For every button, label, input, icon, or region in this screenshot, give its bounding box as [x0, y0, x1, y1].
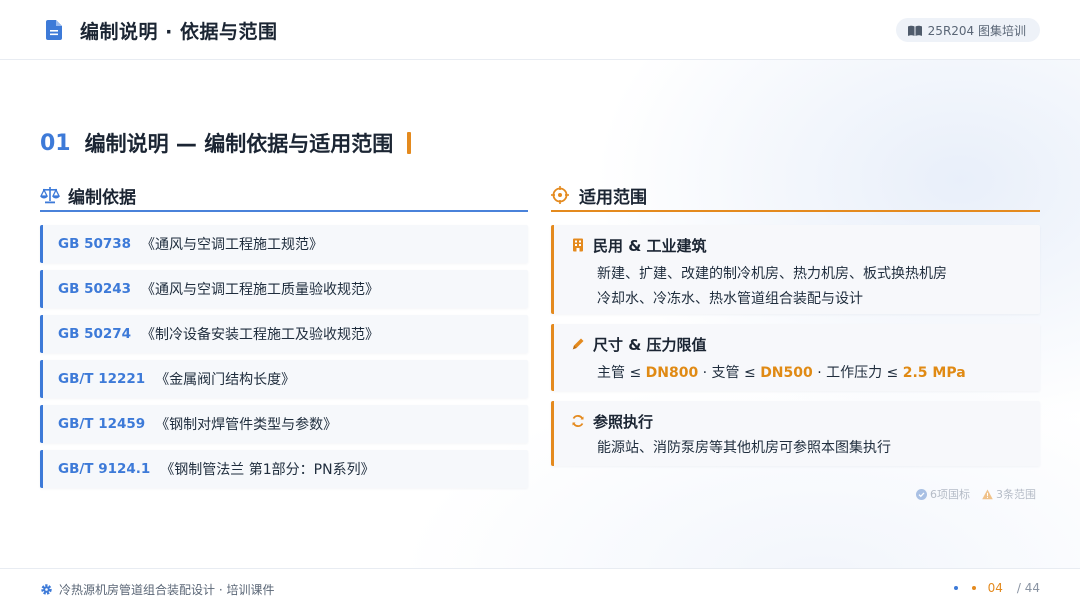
standard-code: GB 50243	[58, 281, 132, 297]
section-accent-bar	[407, 132, 412, 154]
basis-list: GB 50738 《通风与空调工程施工规范》 GB 50243 《通风与空调工程…	[40, 225, 528, 495]
top-header: 编制说明 · 依据与范围 25R204 图集培训	[0, 0, 1080, 60]
scale-balance-icon	[40, 187, 60, 204]
standard-code: GB/T 9124.1	[58, 461, 151, 477]
course-badge-label: 25R204 图集培训	[927, 23, 1026, 38]
standard-code: GB/T 12459	[58, 416, 146, 432]
gear-icon	[41, 584, 52, 595]
crosshair-icon	[551, 186, 569, 204]
standard-code: GB/T 12221	[58, 371, 146, 387]
section-heading: 01 编制说明 — 编制依据与适用范围	[40, 128, 412, 158]
footer: 冷热源机房管道组合装配设计 · 培训课件 04 / 44	[0, 568, 1080, 608]
main-pipe-label: 主管 ≤	[597, 365, 646, 381]
card-title-label: 参照执行	[593, 412, 654, 431]
building-icon	[573, 238, 583, 252]
section-title: 编制说明 — 编制依据与适用范围	[84, 132, 394, 156]
card-text-line: 能源站、消防泵房等其他机房可参照本图集执行	[597, 440, 891, 456]
header-title: 编制说明 · 依据与范围	[80, 21, 278, 43]
card-title-label: 尺寸 & 压力限值	[593, 335, 707, 354]
standard-code: GB 50738	[58, 236, 132, 252]
document-icon	[46, 20, 62, 40]
scope-count-tag: 3条范围	[982, 486, 1036, 502]
list-item: GB 50243 《通风与空调工程施工质量验收规范》	[40, 270, 528, 308]
limits-line: 主管 ≤ DN800 · 支管 ≤ DN500 · 工作压力 ≤ 2.5 MPa	[597, 362, 966, 382]
scope-card-limits: 尺寸 & 压力限值 主管 ≤ DN800 · 支管 ≤ DN500 · 工作压力…	[551, 324, 1040, 391]
branch-pipe-label: · 支管 ≤	[698, 365, 761, 381]
basis-heading-label: 编制依据	[68, 187, 136, 208]
standards-count-tag: 6项国标	[916, 486, 970, 502]
list-item: GB/T 12221 《金属阀门结构长度》	[40, 360, 528, 398]
course-badge: 25R204 图集培训	[895, 18, 1040, 42]
list-item: GB 50738 《通风与空调工程施工规范》	[40, 225, 528, 263]
card-text-line: 新建、扩建、改建的制冷机房、热力机房、板式换热机房	[597, 266, 947, 282]
branch-pipe-value: DN500	[760, 365, 813, 381]
check-circle-icon	[916, 488, 927, 500]
footer-course-name: 冷热源机房管道组合装配设计 · 培训课件	[59, 583, 275, 597]
card-title: 参照执行	[571, 411, 653, 431]
scope-card-building: 民用 & 工业建筑 新建、扩建、改建的制冷机房、热力机房、板式换热机房 冷却水、…	[551, 225, 1040, 314]
page-indicator: 04 / 44	[953, 581, 1040, 595]
standard-name: 《金属阀门结构长度》	[155, 372, 296, 388]
standard-name: 《通风与空调工程施工规范》	[141, 237, 324, 253]
basis-heading: 编制依据	[40, 180, 528, 212]
scope-heading: 适用范围	[551, 180, 1040, 212]
progress-dot	[953, 586, 958, 590]
list-item: GB/T 12459 《钢制对焊管件类型与参数》	[40, 405, 528, 443]
scope-card-reference: 参照执行 能源站、消防泵房等其他机房可参照本图集执行	[551, 401, 1040, 466]
scope-heading-label: 适用范围	[579, 187, 647, 208]
progress-dot-active	[971, 586, 976, 590]
standard-name: 《钢制管法兰 第1部分：PN系列》	[160, 462, 375, 478]
standards-count-label: 6项国标	[930, 488, 970, 501]
list-item: GB 50274 《制冷设备安装工程施工及验收规范》	[40, 315, 528, 353]
summary-tags: 6项国标 3条范围	[916, 486, 1036, 502]
standard-name: 《制冷设备安装工程施工及验收规范》	[141, 327, 380, 343]
standard-name: 《钢制对焊管件类型与参数》	[155, 417, 338, 433]
book-icon	[907, 25, 922, 36]
section-number: 01	[40, 130, 71, 156]
card-title: 民用 & 工业建筑	[571, 235, 707, 255]
ruler-pencil-icon	[572, 338, 584, 350]
list-item: GB/T 9124.1 《钢制管法兰 第1部分：PN系列》	[40, 450, 528, 488]
standard-name: 《通风与空调工程施工质量验收规范》	[141, 282, 380, 298]
total-pages: / 44	[1016, 581, 1040, 595]
pressure-value: 2.5 MPa	[902, 365, 966, 381]
refresh-icon	[572, 415, 584, 427]
card-title-label: 民用 & 工业建筑	[593, 236, 707, 255]
card-title: 尺寸 & 压力限值	[571, 334, 707, 354]
scope-count-label: 3条范围	[996, 488, 1036, 501]
current-page: 04	[987, 581, 1003, 595]
standard-code: GB 50274	[58, 326, 132, 342]
pressure-label: · 工作压力 ≤	[812, 365, 903, 381]
warning-triangle-icon	[982, 489, 993, 499]
main-pipe-value: DN800	[645, 365, 699, 381]
card-text-line: 冷却水、冷冻水、热水管道组合装配与设计	[597, 291, 863, 307]
footer-course: 冷热源机房管道组合装配设计 · 培训课件	[40, 581, 274, 598]
